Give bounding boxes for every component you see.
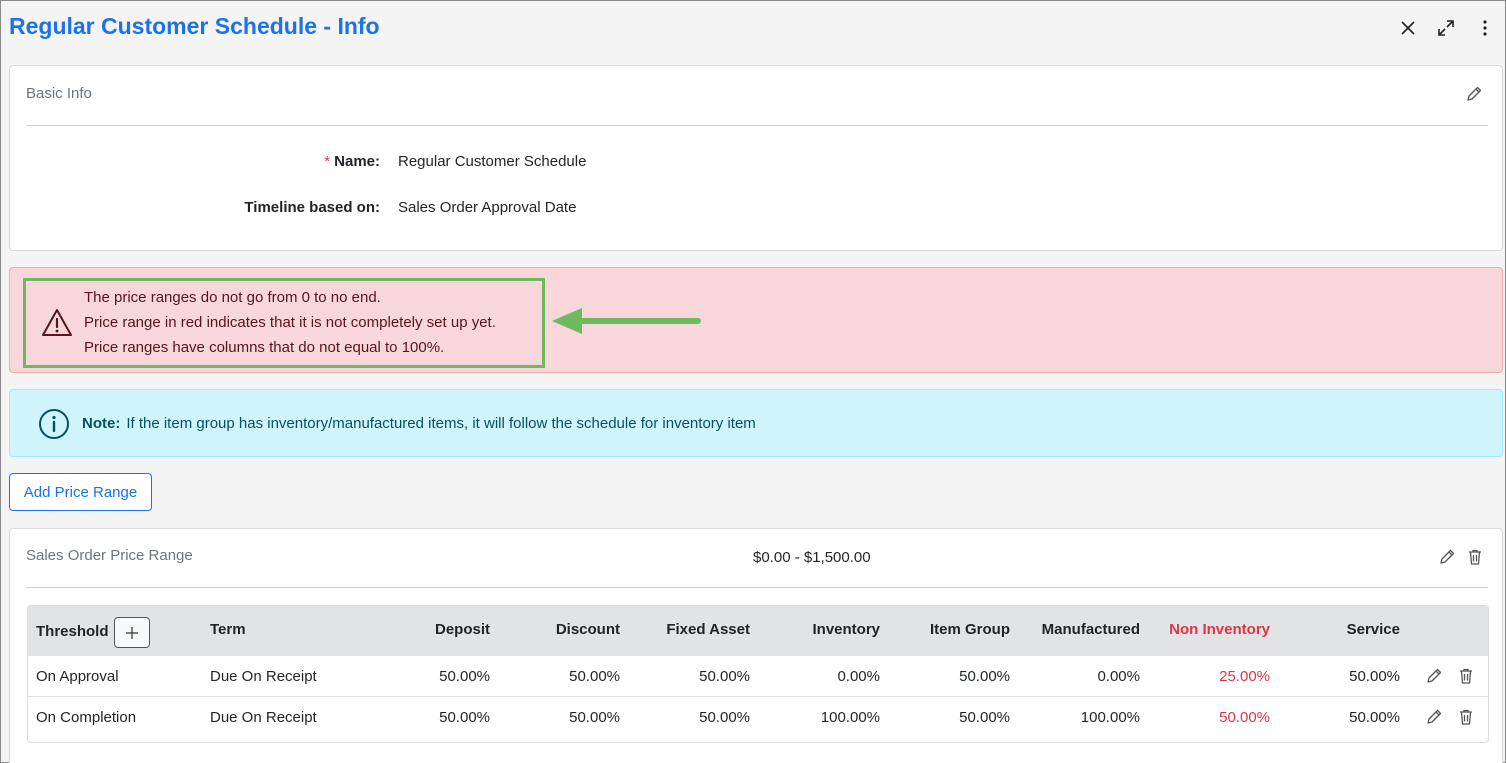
cell-deposit: 50.00%: [439, 709, 490, 726]
price-range-table: Threshold Term Deposit Discount Fixed As…: [27, 605, 1489, 743]
col-term: Term: [210, 621, 246, 638]
edit-row-icon[interactable]: [1425, 708, 1443, 726]
col-inventory: Inventory: [812, 621, 880, 638]
plus-icon: [126, 626, 138, 639]
note-alert: Note: If the item group has inventory/man…: [9, 389, 1503, 457]
cell-discount: 50.00%: [569, 709, 620, 726]
cell-item-group: 50.00%: [959, 668, 1010, 685]
cell-term: Due On Receipt: [210, 668, 317, 685]
alert-line: The price ranges do not go from 0 to no …: [84, 289, 381, 306]
col-fixed-asset: Fixed Asset: [666, 621, 750, 638]
note-message: If the item group has inventory/manufact…: [126, 415, 756, 432]
expand-icon[interactable]: [1435, 17, 1457, 39]
delete-row-icon[interactable]: [1457, 667, 1475, 685]
info-icon: [38, 408, 70, 440]
table-row: On Completion Due On Receipt 50.00% 50.0…: [28, 697, 1488, 738]
cell-service: 50.00%: [1349, 668, 1400, 685]
edit-basic-info-icon[interactable]: [1465, 85, 1483, 103]
name-value: Regular Customer Schedule: [398, 153, 587, 170]
page-title: Regular Customer Schedule - Info: [9, 13, 380, 39]
cell-item-group: 50.00%: [959, 709, 1010, 726]
price-range-amount: $0.00 - $1,500.00: [753, 549, 871, 566]
cell-non-inventory: 50.00%: [1219, 709, 1270, 726]
more-vertical-icon[interactable]: [1474, 17, 1496, 39]
name-label: * Name:: [324, 153, 380, 170]
col-threshold: Threshold: [36, 623, 109, 640]
cell-inventory: 0.00%: [837, 668, 880, 685]
delete-price-range-icon[interactable]: [1466, 548, 1484, 566]
alert-line: Price ranges have columns that do not eq…: [84, 339, 445, 356]
col-service: Service: [1346, 621, 1400, 638]
cell-discount: 50.00%: [569, 668, 620, 685]
required-marker: *: [324, 153, 331, 170]
delete-row-icon[interactable]: [1457, 708, 1475, 726]
cell-fixed-asset: 50.00%: [699, 668, 750, 685]
alert-line: Price range in red indicates that it is …: [84, 314, 496, 331]
header: Regular Customer Schedule - Info: [1, 1, 1505, 57]
add-price-range-button[interactable]: Add Price Range: [9, 473, 152, 511]
cell-term: Due On Receipt: [210, 709, 317, 726]
timeline-label: Timeline based on:: [244, 199, 380, 216]
cell-deposit: 50.00%: [439, 668, 490, 685]
cell-inventory: 100.00%: [820, 709, 880, 726]
edit-price-range-icon[interactable]: [1438, 548, 1456, 566]
col-discount: Discount: [555, 621, 620, 638]
col-deposit: Deposit: [434, 621, 490, 638]
cell-threshold: On Completion: [36, 709, 137, 726]
warning-icon: [40, 307, 74, 339]
warning-alert: The price ranges do not go from 0 to no …: [9, 267, 1503, 373]
note-text: Note: If the item group has inventory/man…: [82, 415, 756, 432]
table-header: Threshold Term Deposit Discount Fixed As…: [28, 606, 1488, 656]
basic-info-card: Basic Info * Name: Regular Customer Sched…: [9, 65, 1503, 251]
add-threshold-button[interactable]: [114, 617, 150, 648]
cell-service: 50.00%: [1349, 709, 1400, 726]
divider: [26, 587, 1488, 588]
cell-manufactured: 0.00%: [1097, 668, 1140, 685]
table-row: On Approval Due On Receipt 50.00% 50.00%…: [28, 656, 1488, 697]
cell-manufactured: 100.00%: [1080, 709, 1140, 726]
price-range-card: Sales Order Price Range $0.00 - $1,500.0…: [9, 528, 1503, 763]
highlight-box: The price ranges do not go from 0 to no …: [23, 278, 545, 368]
green-arrow: [550, 306, 710, 336]
edit-row-icon[interactable]: [1425, 667, 1443, 685]
col-item-group: Item Group: [929, 621, 1010, 638]
col-manufactured: Manufactured: [1041, 621, 1140, 638]
col-non-inventory: Non Inventory: [1169, 621, 1270, 638]
cell-threshold: On Approval: [36, 668, 119, 685]
divider: [26, 125, 1488, 126]
basic-info-title: Basic Info: [26, 85, 92, 102]
timeline-value: Sales Order Approval Date: [398, 199, 577, 216]
close-icon[interactable]: [1397, 17, 1419, 39]
cell-non-inventory: 25.00%: [1219, 668, 1270, 685]
note-label: Note:: [82, 415, 121, 432]
price-range-title: Sales Order Price Range: [26, 547, 193, 564]
cell-fixed-asset: 50.00%: [699, 709, 750, 726]
